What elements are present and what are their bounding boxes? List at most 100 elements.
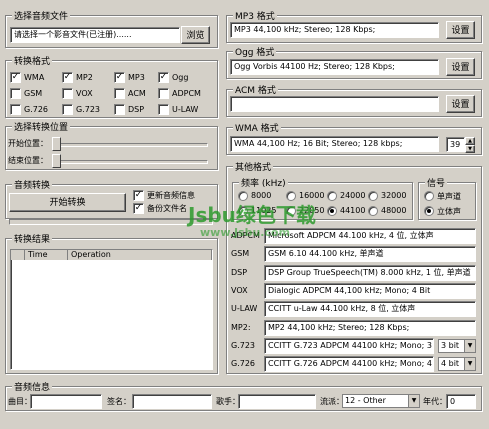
mono-radio[interactable]: [424, 191, 434, 201]
bit-depth-value: 4 bit: [441, 359, 460, 369]
format-label-gsm: GSM: [24, 89, 43, 98]
other-format-label-g723: G.723: [231, 340, 256, 350]
format-checkbox-ogg[interactable]: ✓: [158, 72, 169, 83]
other-format-title: 其他格式: [233, 160, 274, 173]
mp3-format-field[interactable]: MP3 44,100 kHz; Stereo; 128 Kbps;: [230, 22, 439, 38]
genre-dropdown[interactable]: 12 - Other ▼: [342, 394, 420, 408]
other-format-label-dsp: DSP: [231, 267, 248, 277]
browse-button[interactable]: 浏览: [181, 26, 210, 44]
chevron-down-icon[interactable]: ▼: [464, 358, 475, 371]
backup-filename-checkbox[interactable]: ✓: [133, 203, 144, 214]
file-path-field[interactable]: 请选择一个影音文件(已注册)......: [10, 27, 180, 43]
frequency-label-32000: 32000: [381, 191, 407, 200]
start-convert-button[interactable]: 开始转换: [9, 193, 126, 212]
frequency-radio-32000[interactable]: [368, 191, 378, 201]
end-position-slider[interactable]: [52, 160, 208, 164]
singer-label: 歌手：: [216, 397, 240, 406]
end-position-thumb[interactable]: [52, 154, 61, 168]
format-label-ogg: Ogg: [172, 73, 189, 82]
artist-field[interactable]: [132, 394, 212, 409]
format-checkbox-g726[interactable]: [10, 104, 21, 115]
wma-spin-down-button[interactable]: ▼: [465, 145, 475, 153]
song-label: 曲目：: [8, 397, 32, 406]
stereo-radio[interactable]: [424, 206, 434, 216]
year-field[interactable]: 0: [446, 394, 476, 409]
frequency-radio-24000[interactable]: [327, 191, 337, 201]
watermark-logo: Jsbu绿色下载: [188, 203, 316, 227]
start-position-slider[interactable]: [52, 143, 208, 147]
convert-format-title: 转换格式: [12, 54, 53, 67]
results-header-time[interactable]: Time: [25, 250, 68, 260]
update-info-checkbox[interactable]: ✓: [133, 190, 144, 201]
results-list[interactable]: [10, 249, 213, 370]
format-checkbox-g723[interactable]: [62, 104, 73, 115]
wma-format-field[interactable]: WMA 44,100 Hz; 16 Bit; Stereo; 128 kbps;: [230, 136, 439, 152]
frequency-radio-48000[interactable]: [368, 206, 378, 216]
format-checkbox-vox[interactable]: [62, 88, 73, 99]
format-label-mp3: MP3: [128, 73, 145, 82]
genre-label: 流派：: [320, 397, 344, 406]
other-format-field-gsm[interactable]: GSM 6.10 44.100 kHz, 单声道: [264, 246, 476, 263]
format-label-vox: VOX: [76, 89, 93, 98]
ogg-format-field[interactable]: Ogg Vorbis 44100 Hz; Stereo; 128 Kbps;: [230, 59, 439, 75]
mp3-settings-button[interactable]: 设置: [446, 21, 475, 39]
other-format-label-vox: VOX: [231, 285, 248, 295]
wma-title: WMA 格式: [233, 121, 281, 134]
other-format-field-vox[interactable]: Dialogic ADPCM 44,100 kHz; Mono; 4 Bit: [264, 282, 476, 299]
format-checkbox-acm[interactable]: [114, 88, 125, 99]
convert-progress-bar: [9, 219, 213, 225]
channel-title: 信号: [425, 176, 448, 189]
format-checkbox-mp2[interactable]: ✓: [62, 72, 73, 83]
select-file-title: 选择音频文件: [12, 9, 71, 22]
other-format-field-dsp[interactable]: DSP Group TrueSpeech(TM) 8.000 kHz, 1 位,…: [264, 264, 476, 281]
end-position-label: 结束位置：: [8, 156, 48, 165]
mono-label: 单声道: [437, 192, 461, 201]
frequency-label-44100: 44100: [340, 206, 366, 215]
format-label-g726: G.726: [24, 105, 49, 114]
artist-label: 签名：: [107, 397, 131, 406]
start-position-thumb[interactable]: [52, 137, 61, 151]
convert-position-title: 选择转换位置: [12, 120, 71, 133]
format-checkbox-mp3[interactable]: ✓: [114, 72, 125, 83]
other-format-field-mp2[interactable]: MP2 44,100 kHz; Stereo; 128 Kbps;: [264, 319, 476, 336]
wma-spin-up-button[interactable]: ▲: [465, 137, 475, 145]
chevron-down-icon[interactable]: ▼: [464, 339, 475, 352]
singer-field[interactable]: [238, 394, 316, 409]
audio-convert-title: 音频转换: [12, 178, 53, 191]
other-format-field-g726[interactable]: CCITT G.726 ADPCM 44100 kHz; Mono; 4: [264, 356, 434, 373]
genre-dropdown-arrow-icon[interactable]: ▼: [408, 395, 419, 407]
other-format-field-adpcm[interactable]: Microsoft ADPCM 44.100 kHz, 4 位, 立体声: [264, 228, 476, 244]
format-checkbox-gsm[interactable]: [10, 88, 21, 99]
frequency-label-48000: 48000: [381, 206, 407, 215]
other-format-field-ulaw[interactable]: CCITT u-Law 44.100 kHz, 8 位, 立体声: [264, 301, 476, 318]
ogg-settings-button[interactable]: 设置: [446, 58, 475, 76]
bit-depth-dropdown-g723[interactable]: 3 bit ▼: [438, 338, 476, 353]
wma-quality-spinner[interactable]: 39: [446, 137, 465, 152]
ogg-title: Ogg 格式: [233, 45, 277, 58]
results-header-operation[interactable]: Operation: [68, 250, 212, 260]
format-checkbox-u-law[interactable]: [158, 104, 169, 115]
frequency-label-24000: 24000: [340, 191, 366, 200]
format-label-g723: G.723: [76, 105, 101, 114]
other-format-field-g723[interactable]: CCITT G.723 ADPCM 44100 kHz; Mono; 3: [264, 337, 434, 354]
bit-depth-dropdown-g726[interactable]: 4 bit ▼: [438, 357, 476, 372]
frequency-title: 频率 (kHz): [239, 176, 288, 189]
other-format-label-ulaw: U-LAW: [231, 304, 258, 314]
format-label-adpcm: ADPCM: [172, 89, 201, 98]
audio-info-title: 音频信息: [12, 380, 53, 393]
acm-settings-button[interactable]: 设置: [446, 95, 475, 113]
format-checkbox-adpcm[interactable]: [158, 88, 169, 99]
start-position-label: 开始位置：: [8, 139, 48, 148]
format-checkbox-wma[interactable]: ✓: [10, 72, 21, 83]
results-title: 转换结果: [12, 232, 53, 245]
bit-depth-value: 3 bit: [441, 340, 460, 350]
frequency-radio-44100[interactable]: [327, 206, 337, 216]
format-checkbox-dsp[interactable]: [114, 104, 125, 115]
results-header-blank: [11, 250, 25, 260]
acm-format-field[interactable]: [230, 96, 439, 112]
song-field[interactable]: [30, 394, 102, 409]
genre-value: 12 - Other: [345, 396, 386, 405]
format-label-mp2: MP2: [76, 73, 93, 82]
other-format-label-gsm: GSM: [231, 249, 250, 259]
watermark-url: www.Jsbu.com: [200, 226, 291, 239]
